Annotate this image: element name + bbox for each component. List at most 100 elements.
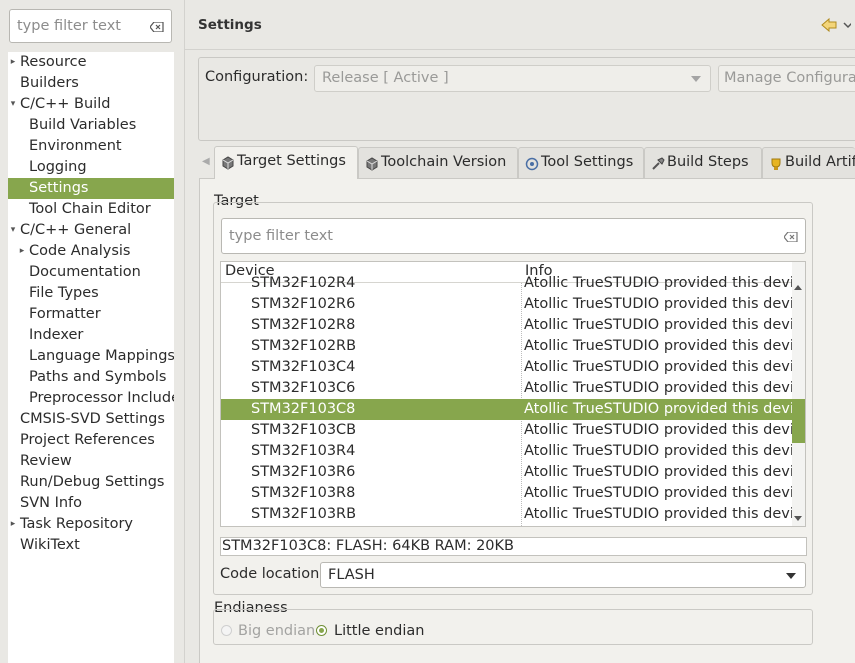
tool-settings-icon: [525, 157, 539, 171]
table-row[interactable]: STM32F102R8 Atollic TrueSTUDIO provided t…: [221, 315, 793, 336]
sidebar-item-label: SVN Info: [20, 495, 83, 511]
sidebar-item[interactable]: File Types: [8, 283, 174, 304]
sidebar-item[interactable]: Run/Debug Settings: [8, 472, 174, 493]
device-cell: STM32F103RC: [251, 525, 356, 526]
sidebar-item-label: Tool Chain Editor: [29, 201, 151, 217]
tab-build-artifact[interactable]: Build Artifact: [762, 147, 855, 178]
sidebar-item[interactable]: WikiText: [8, 535, 174, 556]
build-artifact-icon: [771, 158, 781, 170]
sidebar-item[interactable]: ▸ Task Repository: [8, 514, 174, 535]
table-row[interactable]: STM32F103C6 Atollic TrueSTUDIO provided t…: [221, 378, 793, 399]
sidebar-item[interactable]: Builders: [8, 73, 174, 94]
sidebar-item[interactable]: Tool Chain Editor: [8, 199, 174, 220]
sidebar-item-label: C/C++ Build: [20, 96, 111, 112]
table-row[interactable]: STM32F103C4 Atollic TrueSTUDIO provided t…: [221, 357, 793, 378]
sidebar-item[interactable]: Environment: [8, 136, 174, 157]
sidebar-item-label: File Types: [29, 285, 99, 301]
device-table[interactable]: Device Info STM32F102R4 Atollic TrueSTUDI…: [220, 261, 806, 527]
sidebar-item-label: C/C++ General: [20, 222, 132, 238]
tab-target-settings[interactable]: Target Settings: [214, 146, 358, 179]
device-cell: STM32F103C4: [251, 359, 356, 375]
table-row[interactable]: STM32F103RB Atollic TrueSTUDIO provided t…: [221, 504, 793, 525]
device-cell: STM32F103C6: [251, 380, 356, 396]
table-row[interactable]: STM32F103RC Atollic TrueSTUDIO provided t…: [221, 525, 793, 526]
device-cell: STM32F102R8: [251, 317, 356, 333]
clear-filter-icon[interactable]: [784, 232, 798, 242]
sidebar-item[interactable]: CMSIS-SVD Settings: [8, 409, 174, 430]
sidebar-item-label: Environment: [29, 138, 122, 154]
little-endian-radio[interactable]: [316, 625, 327, 636]
chevron-right-icon[interactable]: ▸: [9, 514, 17, 535]
sidebar-item[interactable]: Language Mappings: [8, 346, 174, 367]
manage-configurations-button[interactable]: Manage Configurations...: [718, 65, 855, 92]
back-arrow-icon[interactable]: [821, 17, 851, 33]
sidebar-item[interactable]: Formatter: [8, 304, 174, 325]
sidebar-filter-input[interactable]: type filter text: [9, 9, 172, 43]
info-cell: Atollic TrueSTUDIO provided this device: [524, 317, 793, 333]
sidebar-item[interactable]: Indexer: [8, 325, 174, 346]
table-scrollbar[interactable]: [792, 262, 805, 526]
sidebar-item[interactable]: Documentation: [8, 262, 174, 283]
sidebar-item[interactable]: Preprocessor Include: [8, 388, 174, 409]
sidebar-item-label: Formatter: [29, 306, 101, 322]
device-summary: STM32F103C8: FLASH: 64KB RAM: 20KB: [220, 537, 807, 556]
info-cell: Atollic TrueSTUDIO provided this device: [524, 525, 793, 526]
table-row[interactable]: STM32F103C8 Atollic TrueSTUDIO provided t…: [221, 399, 793, 420]
device-filter-input[interactable]: type filter text: [221, 218, 806, 254]
big-endian-radio[interactable]: [221, 625, 232, 636]
device-filter-placeholder: type filter text: [229, 228, 333, 244]
scroll-up-icon[interactable]: [794, 285, 802, 290]
sidebar-item-label: Project References: [20, 432, 155, 448]
sidebar-item[interactable]: Project References: [8, 430, 174, 451]
sidebar-item-label: Documentation: [29, 264, 141, 280]
chevron-right-icon[interactable]: ▸: [18, 241, 26, 262]
sidebar-item[interactable]: SVN Info: [8, 493, 174, 514]
sidebar-item[interactable]: Paths and Symbols: [8, 367, 174, 388]
tab-toolchain-version[interactable]: Toolchain Version: [358, 147, 518, 178]
clear-filter-icon[interactable]: [150, 22, 164, 32]
info-cell: Atollic TrueSTUDIO provided this device: [524, 443, 793, 459]
device-cell: STM32F103R8: [251, 485, 356, 501]
table-row[interactable]: STM32F102RB Atollic TrueSTUDIO provided t…: [221, 336, 793, 357]
sidebar-item[interactable]: ▾ C/C++ General: [8, 220, 174, 241]
chevron-right-icon[interactable]: ▸: [9, 52, 17, 73]
table-row[interactable]: STM32F103R6 Atollic TrueSTUDIO provided t…: [221, 462, 793, 483]
sidebar-item-label: Task Repository: [20, 516, 134, 532]
info-cell: Atollic TrueSTUDIO provided this device: [524, 485, 793, 501]
header-separator: [185, 49, 855, 50]
sidebar-item[interactable]: ▸ Resource: [8, 52, 174, 73]
tab-tool-settings[interactable]: Tool Settings: [518, 147, 644, 178]
device-cell: STM32F103C8: [251, 401, 356, 417]
tab-label: Tool Settings: [541, 154, 634, 170]
table-row[interactable]: STM32F103R4 Atollic TrueSTUDIO provided t…: [221, 441, 793, 462]
sidebar-item-label: Language Mappings: [29, 348, 174, 364]
table-row[interactable]: STM32F102R4 Atollic TrueSTUDIO provided t…: [221, 273, 793, 294]
tab-build-steps[interactable]: Build Steps: [644, 147, 762, 178]
preferences-tree[interactable]: ▸ Resource Builders ▾ C/C++ Build Build Varia…: [8, 52, 174, 663]
sash-divider[interactable]: [184, 0, 185, 663]
code-location-value: FLASH: [328, 567, 375, 583]
device-cell: STM32F103R6: [251, 464, 356, 480]
sidebar-item[interactable]: Review: [8, 451, 174, 472]
table-row[interactable]: STM32F102R6 Atollic TrueSTUDIO provided t…: [221, 294, 793, 315]
scrollbar-thumb[interactable]: [792, 399, 805, 443]
info-cell: Atollic TrueSTUDIO provided this device: [524, 359, 793, 375]
info-cell: Atollic TrueSTUDIO provided this device: [524, 506, 793, 522]
table-row[interactable]: STM32F103R8 Atollic TrueSTUDIO provided t…: [221, 483, 793, 504]
sidebar-item[interactable]: ▸ Code Analysis: [8, 241, 174, 262]
info-cell: Atollic TrueSTUDIO provided this device: [524, 401, 793, 417]
tab-scroll-left-icon[interactable]: ◀: [202, 156, 210, 167]
chevron-down-icon[interactable]: ▾: [9, 220, 17, 241]
configuration-select[interactable]: Release [ Active ]: [314, 65, 711, 92]
table-row[interactable]: STM32F103CB Atollic TrueSTUDIO provided t…: [221, 420, 793, 441]
sidebar-item[interactable]: Settings: [8, 178, 174, 199]
tab-label: Build Artifact: [785, 154, 855, 170]
info-cell: Atollic TrueSTUDIO provided this device: [524, 275, 793, 291]
code-location-select[interactable]: FLASH: [320, 562, 806, 588]
sidebar-item[interactable]: ▾ C/C++ Build: [8, 94, 174, 115]
target-icon: [222, 156, 234, 170]
sidebar-item[interactable]: Logging: [8, 157, 174, 178]
scroll-down-icon[interactable]: [794, 516, 802, 521]
sidebar-item[interactable]: Build Variables: [8, 115, 174, 136]
chevron-down-icon[interactable]: ▾: [9, 94, 17, 115]
